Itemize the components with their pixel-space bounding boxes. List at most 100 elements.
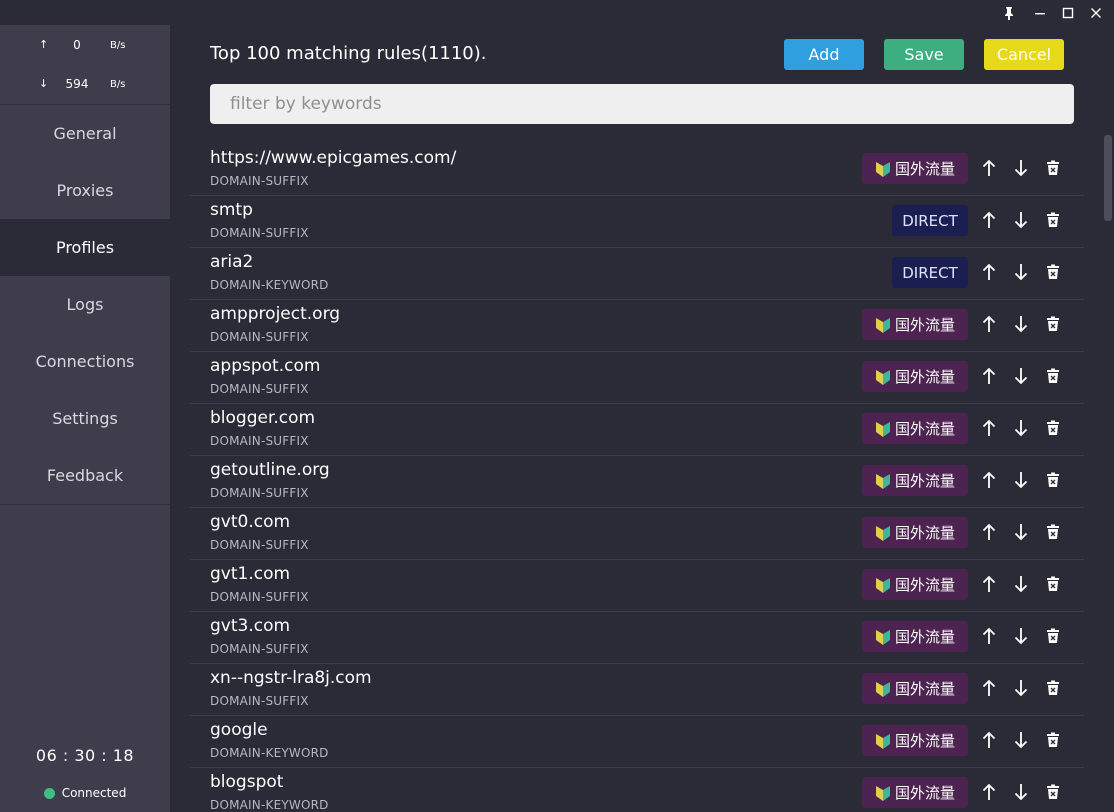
policy-badge[interactable]: 国外流量 (862, 361, 968, 392)
policy-label: 国外流量 (894, 576, 955, 594)
move-down-icon[interactable] (1010, 468, 1032, 492)
download-value: 594 (65, 77, 89, 91)
add-button[interactable]: Add (784, 39, 864, 70)
search-input[interactable] (210, 84, 1074, 124)
traffic-panel: ↑ 0 B/s ↓ 594 B/s (0, 25, 170, 105)
rule-pattern: getoutline.org (210, 460, 330, 480)
move-down-icon[interactable] (1010, 572, 1032, 596)
delete-icon[interactable] (1042, 520, 1064, 544)
rule-row[interactable]: aria2 DOMAIN-KEYWORD DIRECT (190, 248, 1084, 300)
rule-row[interactable]: blogspot DOMAIN-KEYWORD 国外流量 (190, 768, 1084, 812)
move-up-icon[interactable] (978, 728, 1000, 752)
rule-row[interactable]: gvt3.com DOMAIN-SUFFIX 国外流量 (190, 612, 1084, 664)
rule-pattern: appspot.com (210, 356, 321, 376)
move-up-icon[interactable] (978, 208, 1000, 232)
policy-badge[interactable]: 国外流量 (862, 725, 968, 756)
move-up-icon[interactable] (978, 416, 1000, 440)
delete-icon[interactable] (1042, 780, 1064, 804)
close-icon[interactable] (1082, 2, 1110, 24)
policy-badge[interactable]: 国外流量 (862, 153, 968, 184)
policy-badge[interactable]: DIRECT (892, 205, 968, 236)
delete-icon[interactable] (1042, 208, 1064, 232)
rule-pattern: gvt1.com (210, 564, 291, 584)
sidebar: ↑ 0 B/s ↓ 594 B/s General Proxies Profil… (0, 25, 170, 812)
scrollbar-thumb[interactable] (1104, 135, 1112, 221)
policy-badge[interactable]: 国外流量 (862, 465, 968, 496)
connection-label: Connected (61, 786, 127, 800)
shield-leaf-icon (875, 577, 890, 593)
move-down-icon[interactable] (1010, 624, 1032, 648)
move-down-icon[interactable] (1010, 260, 1032, 284)
delete-icon[interactable] (1042, 416, 1064, 440)
upload-arrow-icon: ↑ (39, 38, 49, 51)
nav-item-feedback[interactable]: Feedback (0, 447, 170, 504)
policy-badge[interactable]: 国外流量 (862, 517, 968, 548)
cancel-button[interactable]: Cancel (984, 39, 1064, 70)
delete-icon[interactable] (1042, 364, 1064, 388)
rule-row[interactable]: gvt1.com DOMAIN-SUFFIX 国外流量 (190, 560, 1084, 612)
move-down-icon[interactable] (1010, 364, 1032, 388)
download-arrow-icon: ↓ (39, 77, 49, 90)
nav-item-profiles[interactable]: Profiles (0, 219, 170, 276)
move-down-icon[interactable] (1010, 312, 1032, 336)
nav-item-connections[interactable]: Connections (0, 333, 170, 390)
move-down-icon[interactable] (1010, 520, 1032, 544)
delete-icon[interactable] (1042, 624, 1064, 648)
move-up-icon[interactable] (978, 624, 1000, 648)
policy-badge[interactable]: 国外流量 (862, 309, 968, 340)
policy-badge[interactable]: 国外流量 (862, 777, 968, 808)
move-up-icon[interactable] (978, 468, 1000, 492)
move-up-icon[interactable] (978, 312, 1000, 336)
rule-row[interactable]: ampproject.org DOMAIN-SUFFIX 国外流量 (190, 300, 1084, 352)
move-down-icon[interactable] (1010, 156, 1032, 180)
rule-row[interactable]: smtp DOMAIN-SUFFIX DIRECT (190, 196, 1084, 248)
policy-label: 国外流量 (894, 524, 955, 542)
minimize-icon[interactable] (1026, 2, 1054, 24)
policy-badge[interactable]: 国外流量 (862, 569, 968, 600)
policy-badge[interactable]: 国外流量 (862, 673, 968, 704)
download-speed: ↓ 594 B/s (0, 75, 170, 95)
rule-row[interactable]: xn--ngstr-lra8j.com DOMAIN-SUFFIX 国外流量 (190, 664, 1084, 716)
move-up-icon[interactable] (978, 364, 1000, 388)
nav-item-general[interactable]: General (0, 105, 170, 162)
maximize-icon[interactable] (1054, 2, 1082, 24)
move-down-icon[interactable] (1010, 676, 1032, 700)
rule-row[interactable]: https://www.epicgames.com/DOMAIN-SUFFIX 国… (190, 144, 1084, 196)
rule-row[interactable]: getoutline.org DOMAIN-SUFFIX 国外流量 (190, 456, 1084, 508)
nav-item-logs[interactable]: Logs (0, 276, 170, 333)
rule-type: DOMAIN-SUFFIX (210, 538, 309, 552)
rule-row[interactable]: appspot.com DOMAIN-SUFFIX 国外流量 (190, 352, 1084, 404)
policy-label: 国外流量 (894, 316, 955, 334)
delete-icon[interactable] (1042, 156, 1064, 180)
delete-icon[interactable] (1042, 676, 1064, 700)
move-up-icon[interactable] (978, 156, 1000, 180)
move-up-icon[interactable] (978, 676, 1000, 700)
delete-icon[interactable] (1042, 572, 1064, 596)
move-up-icon[interactable] (978, 520, 1000, 544)
move-up-icon[interactable] (978, 780, 1000, 804)
move-down-icon[interactable] (1010, 780, 1032, 804)
delete-icon[interactable] (1042, 728, 1064, 752)
shield-leaf-icon (875, 733, 890, 749)
rule-type: DOMAIN-KEYWORD (210, 278, 329, 292)
pin-icon[interactable] (995, 2, 1023, 24)
nav-item-settings[interactable]: Settings (0, 390, 170, 447)
nav-item-proxies[interactable]: Proxies (0, 162, 170, 219)
delete-icon[interactable] (1042, 260, 1064, 284)
policy-badge[interactable]: DIRECT (892, 257, 968, 288)
rule-row[interactable]: blogger.com DOMAIN-SUFFIX 国外流量 (190, 404, 1084, 456)
move-up-icon[interactable] (978, 260, 1000, 284)
move-down-icon[interactable] (1010, 728, 1032, 752)
delete-icon[interactable] (1042, 468, 1064, 492)
delete-icon[interactable] (1042, 312, 1064, 336)
move-down-icon[interactable] (1010, 416, 1032, 440)
rule-row[interactable]: gvt0.com DOMAIN-SUFFIX 国外流量 (190, 508, 1084, 560)
policy-badge[interactable]: 国外流量 (862, 413, 968, 444)
policy-badge[interactable]: 国外流量 (862, 621, 968, 652)
save-button[interactable]: Save (884, 39, 964, 70)
move-up-icon[interactable] (978, 572, 1000, 596)
shield-leaf-icon (875, 785, 890, 801)
rule-row[interactable]: google DOMAIN-KEYWORD 国外流量 (190, 716, 1084, 768)
rule-type: DOMAIN-KEYWORD (210, 746, 329, 760)
move-down-icon[interactable] (1010, 208, 1032, 232)
